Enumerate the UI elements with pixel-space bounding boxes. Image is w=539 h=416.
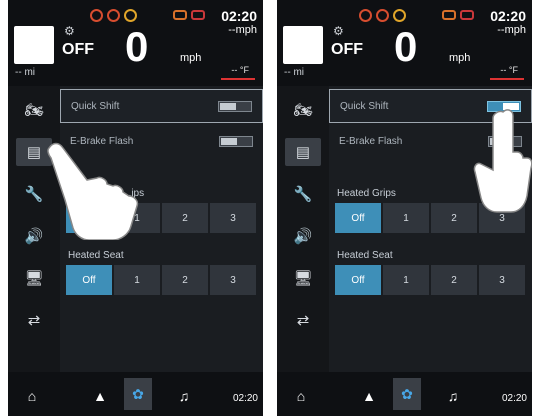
dashboard-screen-before: 02:20 --mph ⚙ OFF 0 mph -- mi -- °F 🏍 ▤ … (8, 0, 263, 416)
sliders-icon[interactable]: ⇄ (16, 306, 52, 334)
settings-sidebar: 🏍 ▤ 🔧 🔊 🖥 ⇄ (277, 86, 329, 372)
ignition-icon: ⚙ (64, 24, 75, 38)
wrench-icon[interactable]: 🔧 (285, 180, 321, 208)
quick-shift-toggle[interactable] (218, 101, 252, 112)
gear-state: OFF (62, 41, 94, 58)
temperature-bar (490, 78, 524, 80)
music-icon[interactable]: ♫ (439, 384, 467, 408)
heated-seat-selector[interactable]: Off 1 2 3 (66, 265, 256, 295)
gear-state: OFF (331, 41, 363, 58)
home-icon[interactable]: ⌂ (287, 384, 315, 408)
gear-indicator-box (283, 26, 323, 64)
settings-gear-icon[interactable]: ✿ (393, 378, 421, 410)
temperature-bar (221, 78, 255, 80)
engine-warning-icon (90, 9, 103, 22)
motorcycle-icon[interactable]: 🏍 (16, 96, 52, 124)
heated-grips-option-1[interactable]: 1 (383, 203, 429, 233)
clock-top: 02:20 (490, 8, 526, 24)
heated-seat-option-2[interactable]: 2 (162, 265, 208, 295)
motorcycle-icon[interactable]: 🏍 (285, 96, 321, 124)
odometer: -- mi (284, 67, 304, 78)
speed-readout: 0 (125, 23, 149, 70)
settings-panel-icon[interactable]: ▤ (285, 138, 321, 166)
heated-seat-label: Heated Seat (337, 250, 393, 261)
power-warning-icon (107, 9, 120, 22)
heated-grips-option-2[interactable]: 2 (431, 203, 477, 233)
quick-shift-label: Quick Shift (340, 101, 389, 112)
heated-seat-option-3[interactable]: 3 (210, 265, 256, 295)
ebrake-flash-label: E-Brake Flash (339, 136, 403, 147)
battery-warning-icon (460, 10, 474, 20)
ebrake-flash-toggle[interactable] (219, 136, 253, 147)
oil-warning-icon (442, 10, 456, 20)
quick-shift-row[interactable]: Quick Shift (60, 89, 263, 123)
lamp-warning-icon (393, 9, 406, 22)
speed-unit-top: --mph (228, 24, 257, 36)
temperature: -- °F (500, 65, 518, 75)
clock-top: 02:20 (221, 8, 257, 24)
speed-unit: mph (449, 52, 471, 64)
heated-seat-label: Heated Seat (68, 250, 124, 261)
heated-seat-option-2[interactable]: 2 (431, 265, 477, 295)
bottom-nav-bar: ⌂ ▲ ✿ ♫ 02:20 (277, 372, 532, 416)
warning-lights (90, 9, 137, 23)
odometer: -- mi (15, 67, 35, 78)
status-header: 02:20 --mph ⚙ OFF 0 mph -- mi -- °F (277, 0, 532, 86)
pointing-hand-icon (47, 142, 139, 240)
gear-indicator-box (14, 26, 54, 64)
oil-warning-icon (173, 10, 187, 20)
bottom-nav-bar: ⌂ ▲ ✿ ♫ 02:20 (8, 372, 263, 416)
navigation-icon[interactable]: ▲ (355, 384, 383, 408)
display-icon[interactable]: 🖥 (285, 264, 321, 292)
ignition-icon: ⚙ (333, 24, 344, 38)
quick-shift-label: Quick Shift (71, 101, 120, 112)
settings-gear-icon[interactable]: ✿ (124, 378, 152, 410)
navigation-icon[interactable]: ▲ (86, 384, 114, 408)
music-icon[interactable]: ♫ (170, 384, 198, 408)
engine-warning-icon (359, 9, 372, 22)
warning-lights (359, 9, 406, 23)
heated-seat-option-1[interactable]: 1 (114, 265, 160, 295)
toggle-knob (221, 138, 237, 145)
speed-readout: 0 (394, 23, 418, 70)
heated-grips-option-3[interactable]: 3 (210, 203, 256, 233)
sliders-icon[interactable]: ⇄ (285, 306, 321, 334)
pointing-hand-icon (473, 109, 532, 213)
heated-grips-option-2[interactable]: 2 (162, 203, 208, 233)
lamp-warning-icon (124, 9, 137, 22)
heated-seat-selector[interactable]: Off 1 2 3 (335, 265, 525, 295)
battery-warning-icon (191, 10, 205, 20)
toggle-knob (220, 103, 236, 110)
heated-seat-option-off[interactable]: Off (335, 265, 381, 295)
clock-bottom: 02:20 (501, 393, 527, 404)
indicator-lights (173, 10, 205, 20)
clock-bottom: 02:20 (232, 393, 258, 404)
display-icon[interactable]: 🖥 (16, 264, 52, 292)
heated-seat-option-1[interactable]: 1 (383, 265, 429, 295)
speed-unit: mph (180, 52, 202, 64)
speaker-icon[interactable]: 🔊 (285, 222, 321, 250)
status-header: 02:20 --mph ⚙ OFF 0 mph -- mi -- °F (8, 0, 263, 86)
heated-seat-option-off[interactable]: Off (66, 265, 112, 295)
indicator-lights (442, 10, 474, 20)
heated-grips-option-off[interactable]: Off (335, 203, 381, 233)
speed-unit-top: --mph (497, 24, 526, 36)
home-icon[interactable]: ⌂ (18, 384, 46, 408)
temperature: -- °F (231, 65, 249, 75)
heated-grips-label: Heated Grips (337, 188, 396, 199)
dashboard-screen-after: 02:20 --mph ⚙ OFF 0 mph -- mi -- °F 🏍 ▤ … (277, 0, 532, 416)
heated-seat-option-3[interactable]: 3 (479, 265, 525, 295)
power-warning-icon (376, 9, 389, 22)
